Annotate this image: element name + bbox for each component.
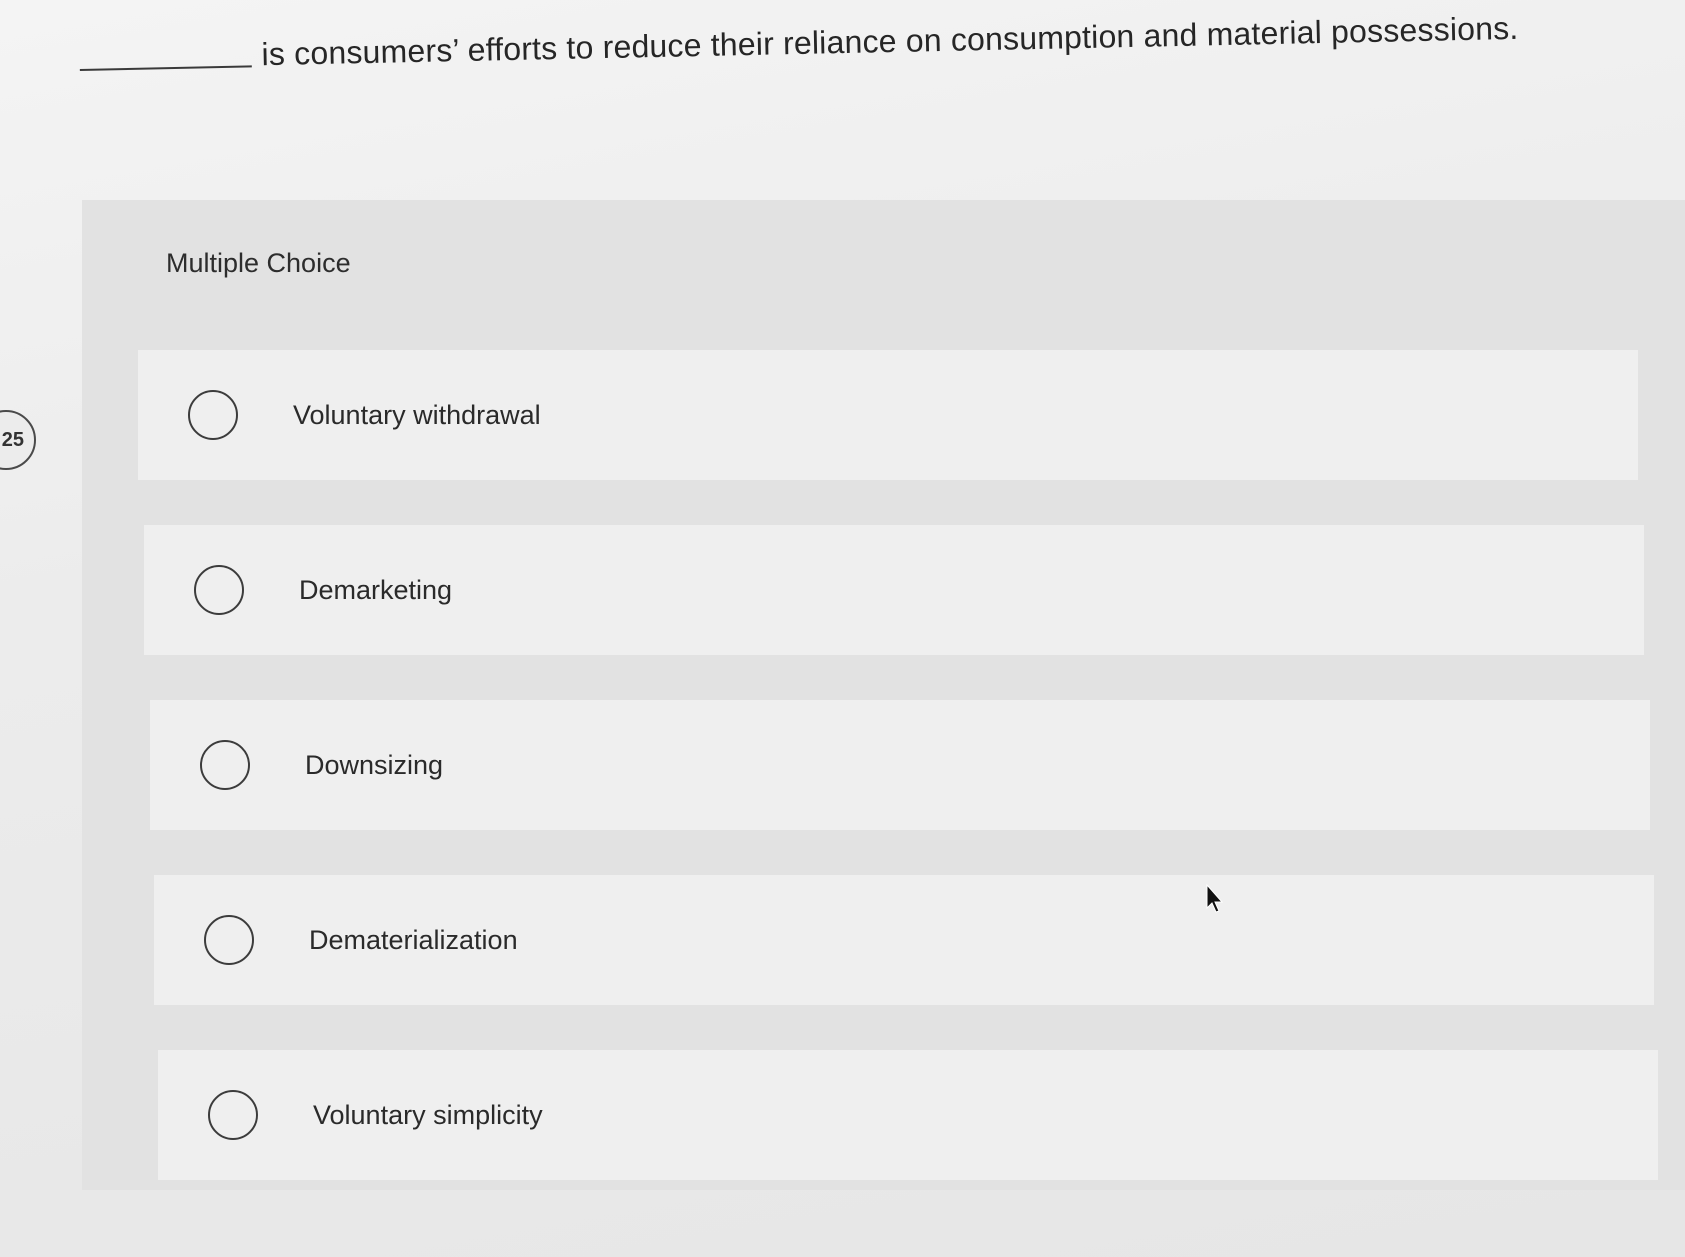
option-voluntary-withdrawal[interactable]: Voluntary withdrawal (138, 350, 1638, 480)
option-label: Voluntary withdrawal (293, 399, 541, 430)
radio-unchecked-icon[interactable] (194, 565, 244, 615)
radio-unchecked-icon[interactable] (208, 1090, 258, 1140)
option-label: Voluntary simplicity (313, 1099, 543, 1130)
question-text: is consumers’ efforts to reduce their re… (261, 9, 1519, 73)
answer-blank (79, 65, 252, 72)
option-demarketing[interactable]: Demarketing (144, 525, 1644, 655)
section-header: Multiple Choice (166, 248, 351, 278)
radio-unchecked-icon[interactable] (200, 740, 250, 790)
answer-panel: Multiple Choice Voluntary withdrawal Dem… (82, 200, 1685, 1190)
question-number-badge[interactable]: 25 (0, 410, 36, 470)
option-label: Demarketing (299, 574, 453, 605)
option-downsizing[interactable]: Downsizing (150, 700, 1650, 830)
option-label: Dematerialization (309, 924, 518, 955)
option-voluntary-simplicity[interactable]: Voluntary simplicity (158, 1050, 1658, 1180)
radio-unchecked-icon[interactable] (204, 915, 254, 965)
mouse-pointer-icon (1206, 884, 1224, 913)
radio-unchecked-icon[interactable] (188, 390, 238, 440)
question-prompt: is consumers’ efforts to reduce their re… (79, 10, 1519, 77)
option-label: Downsizing (305, 749, 444, 780)
option-dematerialization[interactable]: Dematerialization (154, 875, 1654, 1005)
